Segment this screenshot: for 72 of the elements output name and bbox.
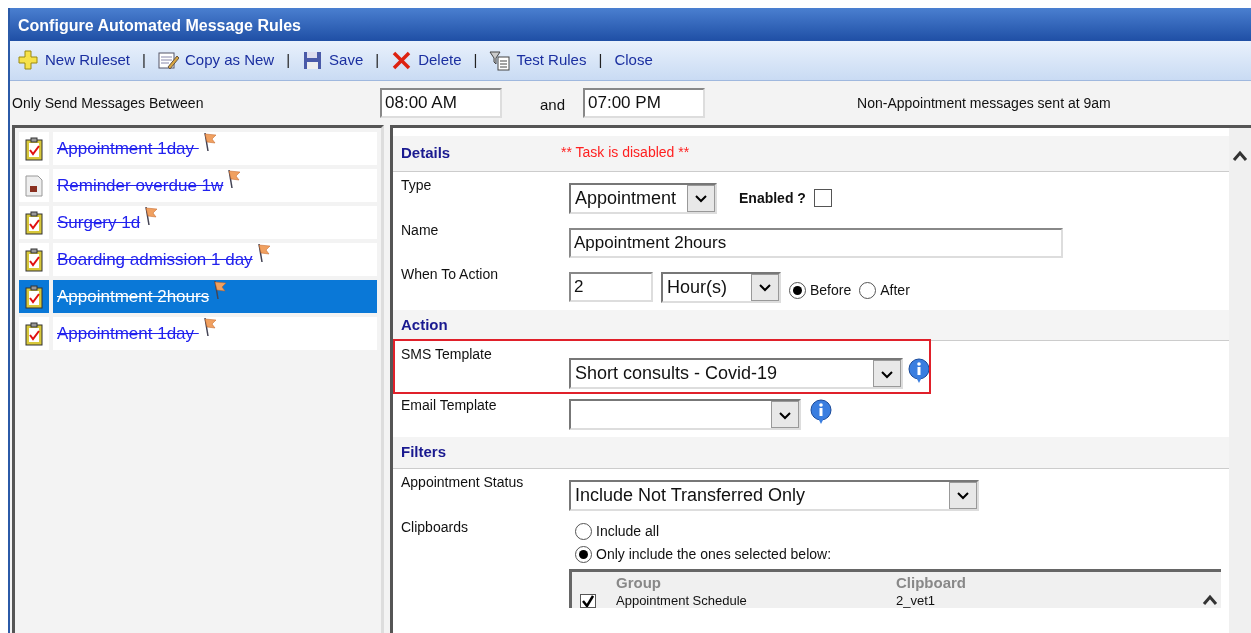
notepad-pencil-icon [157,50,179,71]
flag-icon [256,243,271,263]
field-label: Appointment Status [401,472,525,492]
section-heading: Action [401,314,449,335]
field-label: Email Template [401,396,498,415]
new-button[interactable]: New Ruleset [16,47,133,74]
column-header: Clipboard [896,572,966,593]
send-window-label: Only Send Messages Between [11,93,205,113]
time-field[interactable]: 08:00 AM [380,88,502,118]
separator: | [473,50,478,71]
schedule-note: Non-Appointment messages sent at 9am [857,93,1111,113]
field-label: When To Action [401,264,500,284]
dropdown[interactable]: Short consults - Covid-19 [569,358,903,389]
radio-label: Only include the ones selected below: [596,544,832,564]
clipboard-check-icon [24,210,44,235]
chevron-up-icon [1202,593,1218,606]
test-rules-button[interactable]: Test Rules [487,47,589,74]
clipboard-check-icon [24,136,44,161]
flag-icon [227,169,242,189]
clipboard-check-icon [24,321,44,346]
table-cell-text: Appointment Schedule [616,594,748,608]
clipboard-check-icon [24,247,44,272]
radio-label: Before [810,280,852,300]
dropdown[interactable]: Include Not Transferred Only [569,479,979,511]
close-x-icon [391,50,413,71]
field-label: SMS Template [401,345,493,364]
clipboard-check-icon [24,284,44,309]
column-header: Group [616,572,662,593]
section-heading: Filters [401,442,447,462]
radio-button[interactable] [789,281,806,299]
enabled-label: Enabled ? [739,188,806,208]
document-icon [24,173,44,198]
radio-button[interactable] [575,522,592,540]
disabled-warning: ** Task is disabled ** [561,143,690,162]
and-label: and [540,94,566,115]
chevron-up-icon [1232,150,1248,162]
row-checkbox[interactable] [580,594,596,608]
radio-button[interactable] [575,545,592,563]
field-label: Clipboards [401,517,469,537]
scrollbar[interactable] [1229,128,1251,633]
separator: | [375,50,380,71]
funnel-table-icon [489,50,511,71]
flag-icon [213,280,228,300]
enabled-checkbox[interactable] [813,189,832,207]
info-icon [809,399,833,425]
save-button[interactable]: Save [300,47,366,74]
radio-label: Include all [596,521,660,541]
check-icon [582,595,594,607]
table-cell: 2_vet1 [896,594,936,608]
field-label: Type [401,175,433,195]
time-field[interactable]: 07:00 PM [583,88,706,118]
copy-button[interactable]: Copy as New [155,47,277,74]
plus-icon [18,50,39,71]
flag-icon [202,132,217,152]
amount-field[interactable]: 2 [569,272,653,302]
info-icon [907,358,931,384]
flag-icon [144,206,159,226]
dropdown[interactable] [569,399,801,430]
separator: | [286,50,291,71]
dropdown[interactable]: Hour(s) [661,271,781,303]
close-button[interactable]: Close [612,47,655,74]
flag-icon [202,317,217,337]
field-label: Name [401,220,440,240]
delete-button[interactable]: Delete [389,47,464,74]
separator: | [598,50,603,71]
dropdown[interactable]: Appointment [569,182,717,214]
section-heading: Details [401,143,452,163]
name-field[interactable]: Appointment 2hours [569,227,1063,258]
window-title: Configure Automated Message Rules [10,8,1251,41]
radio-label: After [880,280,910,300]
separator: | [142,50,146,71]
radio-button[interactable] [859,281,877,299]
